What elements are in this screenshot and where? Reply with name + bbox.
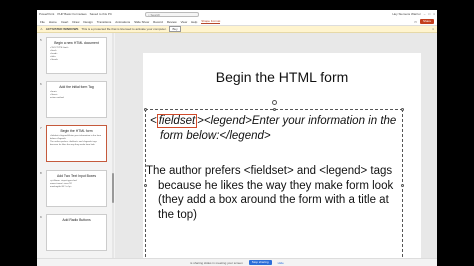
para2-line4: the top) xyxy=(158,208,197,221)
ribbon-tab-transitions[interactable]: Transitions xyxy=(97,20,112,24)
user-name[interactable]: Hey Siemens Warrior xyxy=(392,12,420,16)
ribbon-tab-record[interactable]: Record xyxy=(153,20,163,24)
warning-message: This is a protected file that is license… xyxy=(81,27,167,31)
hide-share-bar-button[interactable]: Hide xyxy=(278,261,284,265)
powerpoint-window: PowerPoint PHP Basic Formulaes Saved to … xyxy=(37,10,437,266)
thumbnail-body: <fieldset><legend>Enter your information… xyxy=(47,133,106,148)
ribbon-tab-animations[interactable]: Animations xyxy=(115,20,130,24)
para2-line2: because he likes the way they make form … xyxy=(158,179,394,192)
warning-close-icon[interactable]: × xyxy=(432,27,434,31)
slide-thumbnail[interactable]: Begin the HTML form <fieldset><legend>Ent… xyxy=(46,125,107,162)
share-button[interactable]: Share xyxy=(419,19,434,24)
minimize-icon[interactable]: – xyxy=(424,12,426,16)
file-title: PHP Basic Formulaes xyxy=(57,12,87,16)
sharing-status-text: is sharing slides in meeting your screen xyxy=(190,260,243,265)
para2-line1: The author prefers <fieldset> and <legen… xyxy=(146,165,393,177)
thumbnail-body-line: The author prefers <fieldset> and <legen… xyxy=(50,140,97,146)
para1-line2: form below:</legend> xyxy=(160,130,271,142)
content-textbox[interactable]: < fieldset ><legend>Enter your information… xyxy=(144,100,404,263)
fieldset-word-highlight[interactable]: fieldset xyxy=(156,114,198,128)
thumbnail-body xyxy=(47,222,106,225)
close-icon[interactable]: × xyxy=(433,12,435,16)
comments-icon[interactable]: ▭ xyxy=(414,20,417,24)
ribbon-tab-design[interactable]: Design xyxy=(83,20,92,24)
thumbnail-scrollbar[interactable] xyxy=(112,33,114,258)
thumbnail-scrollbar-thumb[interactable] xyxy=(112,173,114,203)
slide-number: 8 xyxy=(40,171,42,175)
search-input[interactable]: ⌕ Search xyxy=(145,11,199,17)
slide-number: 9 xyxy=(40,215,42,219)
autosave-status: Saved to this PC xyxy=(89,12,112,16)
resize-handle-top-right[interactable] xyxy=(401,108,404,111)
search-placeholder: Search xyxy=(150,12,161,17)
slide-thumbnail[interactable]: Add the initial form Tag <form> </form> act… xyxy=(46,81,107,118)
ribbon-tab-help[interactable]: Help xyxy=(191,20,197,24)
warning-label: ACTIVATED WINDOWS xyxy=(45,27,79,31)
para2-line3: (they add a box around the form with a t… xyxy=(158,194,389,206)
thumbnail-body-line: </head> xyxy=(50,58,59,61)
maximize-icon[interactable]: □ xyxy=(428,12,430,16)
slide-number: 6 xyxy=(40,82,42,86)
ribbon-tab-file[interactable]: File xyxy=(40,20,45,24)
ribbon-tab-shape-format[interactable]: Shape Format xyxy=(201,19,221,24)
ribbon-tab-home[interactable]: Home xyxy=(49,20,57,24)
thumbnail-body: <p>Name: <input type='text' name='name' s… xyxy=(47,178,106,190)
thumbnail-body: <!DOCTYPE html> <html> <head> <title> </head… xyxy=(47,45,106,63)
rotate-handle-icon[interactable] xyxy=(272,100,277,105)
resize-handle-left[interactable] xyxy=(144,184,147,187)
ribbon-tab-insert[interactable]: Insert xyxy=(61,20,69,24)
app-name: PowerPoint xyxy=(39,12,55,16)
ribbon-tab-review[interactable]: Review xyxy=(167,20,177,24)
ribbon-tabs: File Home Insert Draw Design Transitions Anima… xyxy=(37,18,437,26)
ribbon-tab-view[interactable]: View xyxy=(181,20,187,24)
slide-title[interactable]: Begin the HTML form xyxy=(143,69,421,85)
para1-prefix: < xyxy=(150,115,157,127)
thumbnail-title: Begin a new HTML document xyxy=(54,41,99,45)
fieldset-paragraph[interactable]: < fieldset ><legend>Enter your information… xyxy=(150,114,402,144)
current-slide: Begin the HTML form < fieldset ><legend>En… xyxy=(143,53,421,266)
warning-buy-button[interactable]: Buy xyxy=(169,26,181,32)
activation-warning-bar: ⚠ ACTIVATED WINDOWS This is a protected … xyxy=(37,26,437,33)
warning-icon: ⚠ xyxy=(40,27,43,31)
ribbon-tab-slide-show[interactable]: Slide Show xyxy=(134,20,149,24)
slide-thumbnail[interactable]: Begin a new HTML document <!DOCTYPE html>… xyxy=(46,37,107,74)
ribbon-tab-draw[interactable]: Draw xyxy=(72,20,79,24)
search-icon: ⌕ xyxy=(148,12,150,17)
thumbnail-body-line: maxlength='40' /></p> xyxy=(50,185,72,188)
slide-number: 5 xyxy=(40,38,42,42)
title-bar: PowerPoint PHP Basic Formulaes Saved to … xyxy=(37,10,437,18)
slide-number: 7 xyxy=(40,126,42,130)
resize-handle-top-left[interactable] xyxy=(144,108,147,111)
author-note-paragraph[interactable]: The author prefers <fieldset> and <legen… xyxy=(146,164,404,222)
slide-editing-canvas: Begin the HTML form < fieldset ><legend>En… xyxy=(115,33,437,266)
para1-suffix: ><legend>Enter your information in the xyxy=(197,115,397,127)
slide-thumbnail[interactable]: Add Radio Buttons xyxy=(46,214,107,251)
screen-share-bar: is sharing slides in meeting your screen… xyxy=(37,258,437,266)
stop-sharing-button[interactable]: Stop sharing xyxy=(248,260,272,265)
slide-thumbnail-pane: 5 Begin a new HTML document <!DOCTYPE html… xyxy=(37,33,115,258)
slide-thumbnail[interactable]: Add Two Text Input Boxes <p>Name: <input … xyxy=(46,170,107,207)
thumbnail-body: <form> </form> action method xyxy=(47,89,106,101)
resize-handle-top[interactable] xyxy=(273,108,276,111)
thumbnail-body-line: action method xyxy=(50,96,64,99)
resize-handle-right[interactable] xyxy=(401,184,404,187)
